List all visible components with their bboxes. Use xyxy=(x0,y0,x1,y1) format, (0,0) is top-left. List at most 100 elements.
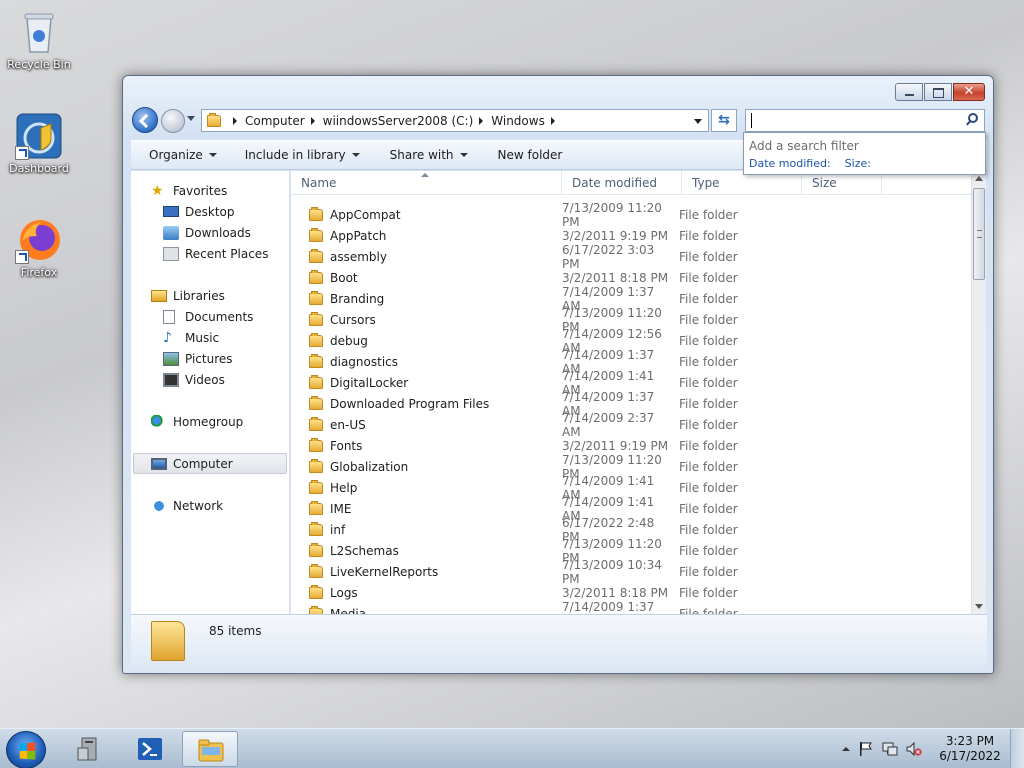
taskbar-clock[interactable]: 3:23 PM 6/17/2022 xyxy=(930,734,1010,764)
refresh-button[interactable]: ⇆ xyxy=(711,109,737,132)
vertical-scrollbar[interactable] xyxy=(971,171,986,614)
close-button[interactable]: ✕ xyxy=(953,83,985,101)
recycle-bin-icon xyxy=(15,8,63,56)
desktop-icon-firefox[interactable]: Firefox xyxy=(1,216,77,279)
recent-pages-dropdown[interactable] xyxy=(187,116,195,121)
show-desktop-button[interactable] xyxy=(1010,729,1024,768)
file-type: File folder xyxy=(679,354,738,369)
scroll-thumb[interactable] xyxy=(973,188,985,280)
recent-places-icon xyxy=(163,246,179,261)
file-list-pane: Name Date modified Type Size AppCompat 7/… xyxy=(291,171,986,614)
explorer-window: ✕ Computer wiindowsServer2008 (C:) Windo… xyxy=(122,75,994,674)
file-row[interactable]: assembly 6/17/2022 3:03 PM File folder xyxy=(291,243,971,271)
file-row[interactable]: AppCompat 7/13/2009 11:20 PM File folder xyxy=(291,201,971,229)
nav-pictures[interactable]: Pictures xyxy=(163,348,233,369)
breadcrumb-drive[interactable]: wiindowsServer2008 (C:) xyxy=(323,114,492,128)
address-dropdown-icon[interactable] xyxy=(694,119,702,124)
taskbar-server-manager[interactable] xyxy=(62,731,118,767)
folder-icon xyxy=(151,621,185,661)
filter-size[interactable]: Size: xyxy=(845,157,871,170)
search-input[interactable] xyxy=(745,109,985,132)
folder-icon xyxy=(309,248,323,263)
downloads-icon xyxy=(163,225,179,240)
taskbar-powershell[interactable] xyxy=(122,731,178,767)
file-name-cell: IME xyxy=(291,500,552,516)
file-name-cell: DigitalLocker xyxy=(291,374,552,390)
clock-date: 6/17/2022 xyxy=(939,749,1001,763)
file-name: en-US xyxy=(330,417,366,432)
include-in-library-button[interactable]: Include in library xyxy=(245,148,360,162)
file-type: File folder xyxy=(679,375,738,390)
nav-libraries[interactable]: Libraries xyxy=(151,285,225,306)
file-name: Media xyxy=(330,606,367,615)
share-with-button[interactable]: Share with xyxy=(390,148,468,162)
file-type: File folder xyxy=(679,291,738,306)
new-folder-button[interactable]: New folder xyxy=(498,148,563,162)
back-button[interactable] xyxy=(132,107,158,133)
organize-button[interactable]: Organize xyxy=(149,148,217,162)
nav-music[interactable]: ♪ Music xyxy=(163,327,219,348)
file-name-cell: inf xyxy=(291,521,552,537)
file-date-modified: 3/2/2011 8:18 PM xyxy=(562,270,669,285)
nav-documents[interactable]: Documents xyxy=(163,306,253,327)
file-rows: AppCompat 7/13/2009 11:20 PM File folder Ap… xyxy=(291,201,971,615)
nav-desktop[interactable]: Desktop xyxy=(163,201,235,222)
search-icon[interactable] xyxy=(968,113,978,123)
scroll-up-arrow-icon[interactable] xyxy=(975,176,983,181)
nav-network[interactable]: Network xyxy=(151,495,223,516)
nav-recent-places[interactable]: Recent Places xyxy=(163,243,268,264)
nav-downloads[interactable]: Downloads xyxy=(163,222,251,243)
file-name-cell: diagnostics xyxy=(291,353,552,369)
file-name-cell: Fonts xyxy=(291,437,552,453)
folder-icon xyxy=(309,500,323,515)
nav-videos[interactable]: Videos xyxy=(163,369,225,390)
nav-computer[interactable]: Computer xyxy=(133,453,287,474)
file-name: Logs xyxy=(330,585,358,600)
server-manager-icon xyxy=(77,737,97,761)
breadcrumb-arrow-root[interactable] xyxy=(227,116,245,125)
filter-date-modified[interactable]: Date modified: xyxy=(749,157,831,170)
forward-button[interactable] xyxy=(161,109,185,133)
desktop-icon-recycle-bin[interactable]: Recycle Bin xyxy=(1,8,77,71)
file-date-modified: 6/17/2022 3:03 PM xyxy=(562,242,655,271)
file-row[interactable]: Media 7/14/2009 1:37 AM File folder xyxy=(291,600,971,615)
file-row[interactable]: LiveKernelReports 7/13/2009 10:34 PM File … xyxy=(291,558,971,586)
desktop-icon-dashboard[interactable]: Dashboard xyxy=(1,112,77,175)
folder-icon xyxy=(207,112,221,127)
file-type: File folder xyxy=(679,333,738,348)
taskbar-windows-explorer[interactable] xyxy=(182,731,238,767)
folder-icon xyxy=(309,542,323,557)
file-type: File folder xyxy=(679,417,738,432)
chevron-up-icon[interactable] xyxy=(842,741,850,757)
column-header-date-modified[interactable]: Date modified xyxy=(562,171,682,194)
file-type: File folder xyxy=(679,585,738,600)
volume-muted-icon[interactable] xyxy=(906,741,922,757)
music-icon: ♪ xyxy=(163,329,172,346)
file-name: IME xyxy=(330,501,352,516)
scroll-down-arrow-icon[interactable] xyxy=(975,604,983,609)
file-type: File folder xyxy=(679,543,738,558)
network-status-icon[interactable] xyxy=(882,741,898,757)
nav-homegroup[interactable]: Homegroup xyxy=(151,411,243,432)
file-name-cell: Cursors xyxy=(291,311,552,327)
desktop-icon-label: Dashboard xyxy=(9,162,69,175)
breadcrumb-windows[interactable]: Windows xyxy=(491,114,563,128)
chevron-down-icon xyxy=(459,153,468,157)
star-icon: ★ xyxy=(151,182,164,199)
start-button[interactable] xyxy=(6,731,46,768)
column-header-name[interactable]: Name xyxy=(291,171,562,194)
file-name-cell: Help xyxy=(291,479,552,495)
folder-icon xyxy=(309,416,323,431)
chevron-right-icon xyxy=(233,116,237,125)
folder-icon xyxy=(309,353,323,368)
action-center-flag-icon[interactable] xyxy=(858,741,874,757)
minimize-button[interactable] xyxy=(895,83,923,101)
file-row[interactable]: en-US 7/14/2009 2:37 AM File folder xyxy=(291,411,971,439)
nav-favorites[interactable]: ★ Favorites xyxy=(151,180,227,201)
address-bar[interactable]: Computer wiindowsServer2008 (C:) Windows xyxy=(201,109,709,132)
file-name: AppCompat xyxy=(330,207,401,222)
file-date-modified: 7/13/2009 10:34 PM xyxy=(562,557,662,586)
maximize-button[interactable] xyxy=(924,83,952,101)
breadcrumb-computer[interactable]: Computer xyxy=(245,114,323,128)
folder-icon xyxy=(309,290,323,305)
